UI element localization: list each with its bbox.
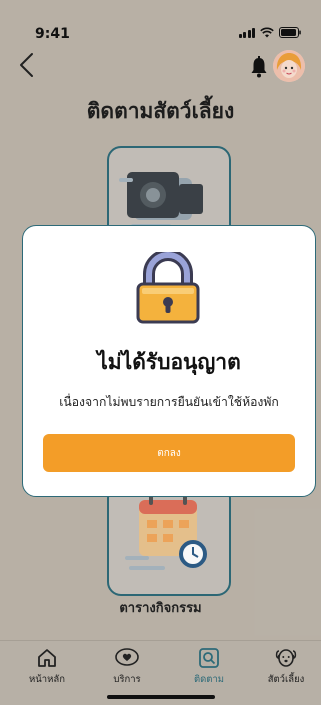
tab-pets-label: สัตว์เลี้ยง (267, 674, 305, 685)
app-screen: 9:41 ติดตามสัตว์เลี้ยง ตารางกิจกรรม ไม่ไ… (0, 0, 321, 705)
modal-title: ไม่ได้รับอนุญาต (97, 350, 241, 374)
tab-home[interactable]: หน้าหลัก (12, 647, 82, 695)
tab-home-label: หน้าหลัก (29, 674, 65, 685)
tab-tracking[interactable]: ติดตาม (174, 647, 244, 695)
ok-button[interactable]: ตกลง (43, 434, 295, 472)
tab-services-label: บริการ (113, 674, 141, 685)
tab-tracking-label: ติดตาม (193, 674, 225, 685)
permission-modal: ไม่ได้รับอนุญาต เนื่องจากไม่พบรายการยืนย… (22, 225, 316, 497)
lock-icon (136, 252, 200, 324)
home-indicator (107, 695, 215, 699)
dog-icon (275, 649, 297, 667)
search-track-icon (199, 648, 219, 668)
modal-message: เนื่องจากไม่พบรายการยืนยันเข้าใช้ห้องพัก (59, 395, 279, 409)
home-icon (38, 649, 56, 667)
tab-pets[interactable]: สัตว์เลี้ยง (251, 647, 321, 695)
tab-services[interactable]: บริการ (92, 647, 162, 695)
heart-hand-icon (115, 648, 139, 666)
